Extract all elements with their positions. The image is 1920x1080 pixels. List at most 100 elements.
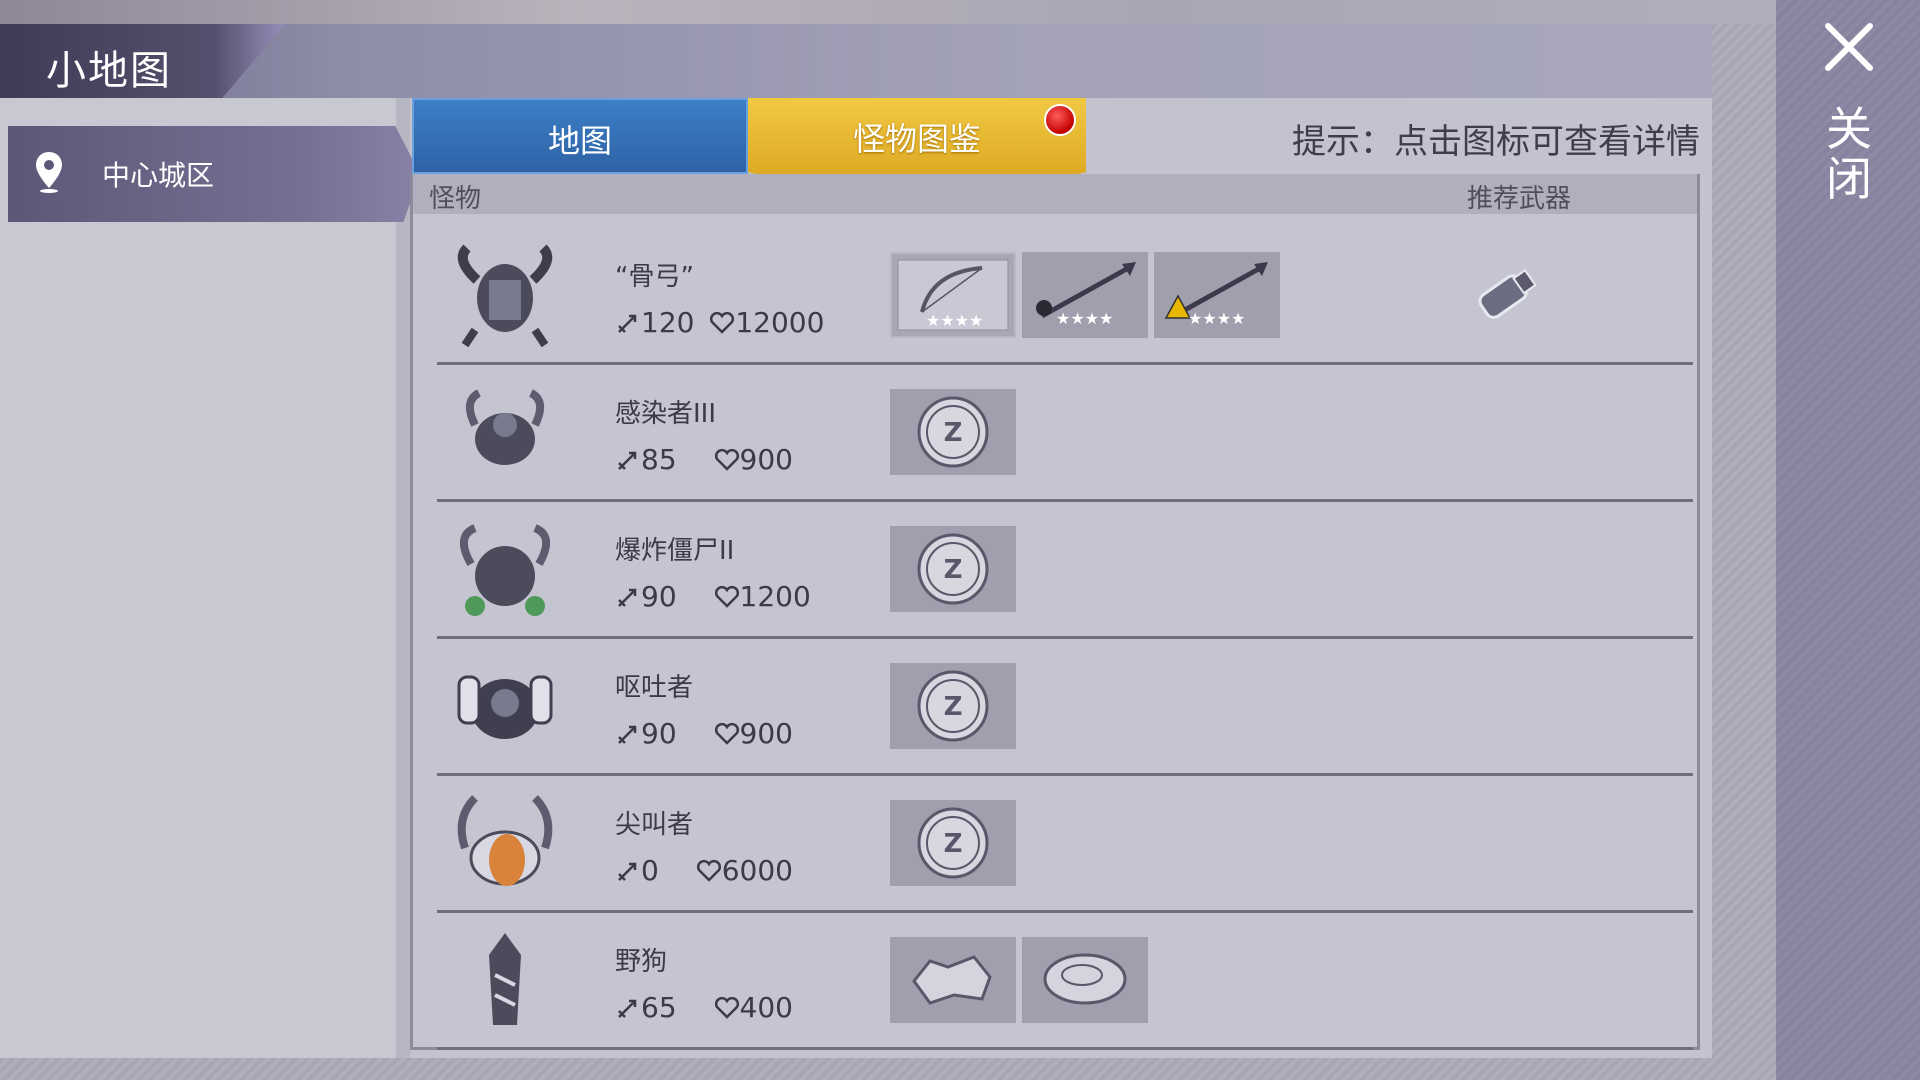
attack-stat: 0 (615, 854, 659, 887)
hp-value: 900 (739, 717, 793, 750)
monster-table: 怪物 推荐武器 “骨弓” 120 12000 ★★★★ ★★★★ ★★★★ 感染… (410, 174, 1700, 1050)
heart-icon (710, 311, 735, 334)
attack-stat: 65 (615, 991, 677, 1024)
svg-text:Z: Z (944, 692, 963, 722)
attack-value: 65 (641, 991, 677, 1024)
svg-text:★★★★: ★★★★ (926, 311, 983, 330)
fire-spear-icon: ★★★★ (1164, 262, 1268, 328)
title-bar: 小地图 (0, 24, 1712, 98)
location-pin-icon (36, 152, 62, 193)
hp-value: 900 (739, 443, 793, 476)
tab-monster-label: 怪物图鉴 (852, 120, 981, 158)
animal-hide-icon (912, 955, 992, 1005)
sidebar (0, 98, 396, 1058)
raw-meat-icon (1043, 953, 1127, 1005)
monster-name: 野狗 (615, 947, 668, 977)
z-coin-icon: Z (917, 533, 989, 605)
wild-dog-monster-portrait[interactable] (445, 925, 565, 1035)
page-title: 小地图 (46, 48, 172, 94)
hp-stat: 1200 (714, 580, 811, 613)
z-coin-icon: Z (917, 807, 989, 879)
bow-blueprint-icon: ★★★★ (897, 259, 1009, 331)
hp-value: 400 (739, 991, 793, 1024)
notification-dot (1044, 104, 1076, 136)
hp-value: 1200 (739, 580, 811, 613)
attack-stat: 85 (615, 443, 677, 476)
close-icon[interactable] (1822, 20, 1876, 74)
svg-text:Z: Z (944, 829, 963, 859)
svg-text:Z: Z (944, 555, 963, 585)
drop-item[interactable]: ★★★★ (1154, 252, 1280, 338)
monster-name: 呕吐者 (615, 673, 694, 703)
tab-map-label: 地图 (547, 122, 612, 160)
table-row[interactable]: 野狗 65 400 (437, 913, 1693, 1050)
drop-item[interactable]: Z (890, 663, 1016, 749)
attack-icon (618, 999, 637, 1018)
hint-text: 提示：点击图标可查看详情 (1292, 122, 1700, 162)
column-header-weapon: 推荐武器 (1467, 184, 1572, 214)
column-header-monster: 怪物 (429, 184, 482, 214)
attack-value: 90 (641, 717, 677, 750)
attack-value: 0 (641, 854, 659, 887)
attack-value: 90 (641, 580, 677, 613)
table-row[interactable]: 感染者III 85 900 Z (437, 365, 1693, 502)
monster-stats: 90 1200 (615, 580, 811, 613)
infected-monster-portrait[interactable] (445, 377, 565, 487)
sidebar-divider (396, 98, 410, 1058)
svg-text:★★★★: ★★★★ (1056, 309, 1113, 328)
heart-icon (714, 448, 739, 471)
hp-stat: 900 (714, 717, 793, 750)
screamer-monster-portrait[interactable] (445, 788, 565, 898)
hp-value: 12000 (735, 306, 825, 339)
attack-icon (618, 725, 637, 744)
hp-stat: 900 (714, 443, 793, 476)
monster-name: 爆炸僵尸II (615, 536, 735, 566)
table-row[interactable]: “骨弓” 120 12000 ★★★★ ★★★★ ★★★★ (437, 228, 1693, 365)
vial-icon[interactable] (1457, 250, 1547, 340)
monster-name: “骨弓” (615, 262, 694, 292)
top-backdrop (0, 0, 1920, 24)
bone-bow-monster-portrait[interactable] (445, 240, 565, 350)
drop-item[interactable]: ★★★★ (1022, 252, 1148, 338)
minimap-panel: 小地图 中心城区 地图 怪物图鉴 提示：点击图标可查看详情 怪物 推荐武器 “骨… (0, 24, 1712, 1058)
attack-icon (618, 862, 637, 881)
table-header: 怪物 推荐武器 (413, 174, 1697, 214)
monster-stats: 120 12000 (615, 306, 824, 339)
table-row[interactable]: 尖叫者 0 6000 Z (437, 776, 1693, 913)
exploding-zombie-monster-portrait[interactable] (445, 514, 565, 624)
attack-stat: 120 (615, 306, 694, 339)
hp-stat: 400 (714, 991, 793, 1024)
table-row[interactable]: 爆炸僵尸II 90 1200 Z (437, 502, 1693, 639)
hp-stat: 12000 (709, 306, 824, 339)
attack-stat: 90 (615, 717, 677, 750)
sidebar-item-center-city[interactable]: 中心城区 (8, 126, 420, 222)
heart-icon (714, 585, 739, 608)
drop-item[interactable] (1022, 937, 1148, 1023)
drop-item[interactable]: ★★★★ (890, 252, 1016, 338)
hp-value: 6000 (721, 854, 793, 887)
heart-icon (714, 722, 739, 745)
heart-icon (714, 996, 739, 1019)
tab-map[interactable]: 地图 (412, 98, 748, 174)
hp-stat: 6000 (696, 854, 793, 887)
vomiter-monster-portrait[interactable] (445, 651, 565, 761)
monster-stats: 65 400 (615, 991, 793, 1024)
monster-stats: 90 900 (615, 717, 793, 750)
attack-icon (618, 451, 637, 470)
close-button-label[interactable]: 关闭 (1826, 104, 1872, 204)
svg-text:Z: Z (944, 418, 963, 448)
attack-value: 85 (641, 443, 677, 476)
monster-stats: 85 900 (615, 443, 793, 476)
table-row[interactable]: 呕吐者 90 900 Z (437, 639, 1693, 776)
attack-value: 120 (641, 306, 695, 339)
heart-icon (696, 859, 721, 882)
drop-item[interactable]: Z (890, 389, 1016, 475)
z-coin-icon: Z (917, 670, 989, 742)
z-coin-icon: Z (917, 396, 989, 468)
drop-item[interactable] (890, 937, 1016, 1023)
drop-item[interactable]: Z (890, 800, 1016, 886)
attack-icon (618, 314, 637, 333)
sidebar-item-label: 中心城区 (102, 159, 215, 192)
drop-item[interactable]: Z (890, 526, 1016, 612)
monster-name: 尖叫者 (615, 810, 694, 840)
